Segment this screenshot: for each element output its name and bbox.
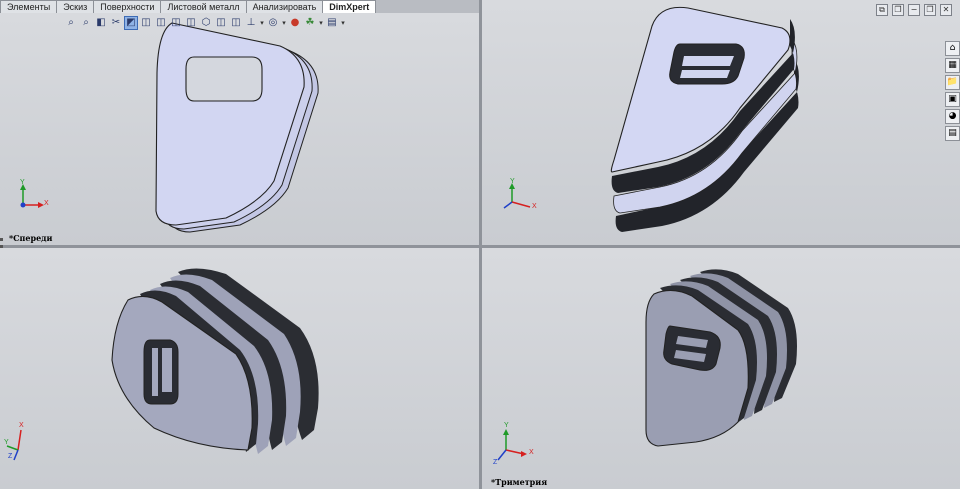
- file-explorer-icon[interactable]: 📁: [945, 75, 960, 90]
- design-library-icon[interactable]: ▦: [945, 58, 960, 73]
- reference-triad: Y X: [14, 179, 54, 213]
- view-label: *Спереди: [9, 233, 53, 243]
- shadows-icon[interactable]: ◫: [229, 16, 243, 30]
- tab-sketch[interactable]: Эскиз: [56, 0, 95, 13]
- view-label-trimetric: *Триметрия: [491, 477, 548, 487]
- triad-x-label-tri: X: [529, 449, 534, 456]
- triad-y-label-iso: Y: [510, 178, 515, 185]
- part-model-front: [155, 22, 319, 233]
- triad-icon[interactable]: ⊥: [244, 16, 258, 30]
- chevron-down-icon[interactable]: ▾: [259, 19, 265, 27]
- tab-evaluate[interactable]: Анализировать: [245, 0, 324, 13]
- minimize-icon[interactable]: −: [908, 4, 920, 16]
- task-pane-tabs: ⌂ ▦ 📁 ▣ ◕ ▤: [945, 41, 960, 141]
- viewport-front[interactable]: *Спереди Y X: [0, 13, 479, 245]
- triad-axes-trimetric: [497, 429, 527, 461]
- triad-x-label-ll: X: [19, 422, 24, 429]
- triad-y-label: Y: [20, 179, 25, 186]
- part-model-lower-left: [111, 268, 319, 454]
- appearance-icon[interactable]: ●: [288, 16, 302, 30]
- restore-icon[interactable]: ❐: [892, 4, 904, 16]
- reference-triad-lower-left: X Y Z: [4, 420, 44, 464]
- zoom-area-icon[interactable]: ⌕: [79, 16, 93, 30]
- tab-sheet-metal[interactable]: Листовой металл: [160, 0, 247, 13]
- reference-triad-isometric: Y X: [498, 178, 546, 214]
- zoom-to-fit-icon[interactable]: ⌕: [64, 16, 78, 30]
- triad-axes-isometric: [503, 183, 531, 209]
- tab-dimxpert[interactable]: DimXpert: [322, 0, 377, 13]
- view-orientation-icon[interactable]: ◩: [124, 16, 138, 30]
- tile-icon[interactable]: ⧉: [876, 4, 888, 16]
- part-model-upper-right: [610, 6, 799, 232]
- triad-z-label-tri: Z: [493, 459, 498, 466]
- triad-y-label-ll: Y: [4, 439, 9, 446]
- reference-triad-trimetric: Y X Z: [490, 422, 542, 468]
- edit-appearance-icon[interactable]: ◫: [169, 16, 183, 30]
- view-settings-icon[interactable]: ⬡: [199, 16, 213, 30]
- scene-icon[interactable]: ◫: [184, 16, 198, 30]
- tab-surfaces[interactable]: Поверхности: [93, 0, 162, 13]
- document-window-controls: ⧉ ❐ − ❐ ✕: [876, 4, 952, 16]
- maximize-icon[interactable]: ❐: [924, 4, 936, 16]
- triad-y-label-tri: Y: [504, 422, 509, 429]
- viewport-isometric-upper[interactable]: Y X: [482, 0, 960, 245]
- chevron-down-icon[interactable]: ▾: [318, 19, 324, 27]
- custom-properties-icon[interactable]: ▤: [945, 126, 960, 141]
- appearances-icon[interactable]: ◕: [945, 109, 960, 124]
- tab-features[interactable]: Элементы: [0, 0, 58, 13]
- triad-x-label-iso: X: [532, 203, 537, 210]
- heads-up-view-toolbar: ⌕ ⌕ ◧ ✂ ◩ ◫ ◫ ◫ ◫ ⬡ ◫ ◫ ⊥ ▾ ◎ ▾ ● ☘ ▾ ▤ …: [64, 16, 346, 30]
- view-palette-icon[interactable]: ▣: [945, 92, 960, 107]
- section-view-icon[interactable]: ✂: [109, 16, 123, 30]
- viewport-trimetric[interactable]: *Триметрия Y X Z: [482, 248, 960, 489]
- part-model-trimetric: [645, 269, 797, 447]
- resources-icon[interactable]: ⌂: [945, 41, 960, 56]
- views-icon[interactable]: ◎: [266, 16, 280, 30]
- rendering-icon[interactable]: ◫: [214, 16, 228, 30]
- previous-view-icon[interactable]: ◧: [94, 16, 108, 30]
- vertical-viewport-splitter[interactable]: [479, 0, 482, 489]
- scene-apply-icon[interactable]: ☘: [303, 16, 317, 30]
- chevron-down-icon[interactable]: ▾: [281, 19, 287, 27]
- screen-capture-icon[interactable]: ▤: [325, 16, 339, 30]
- close-icon[interactable]: ✕: [940, 4, 952, 16]
- chevron-down-icon[interactable]: ▾: [340, 19, 346, 27]
- triad-z-label-ll: Z: [8, 453, 13, 460]
- display-style-icon[interactable]: ◫: [139, 16, 153, 30]
- command-manager-tabs: Элементы Эскиз Поверхности Листовой мета…: [0, 0, 377, 13]
- triad-x-label: X: [44, 200, 49, 207]
- viewport-left-rotated[interactable]: X Y Z: [0, 248, 479, 489]
- splitter-handle[interactable]: [0, 234, 4, 258]
- hide-show-icon[interactable]: ◫: [154, 16, 168, 30]
